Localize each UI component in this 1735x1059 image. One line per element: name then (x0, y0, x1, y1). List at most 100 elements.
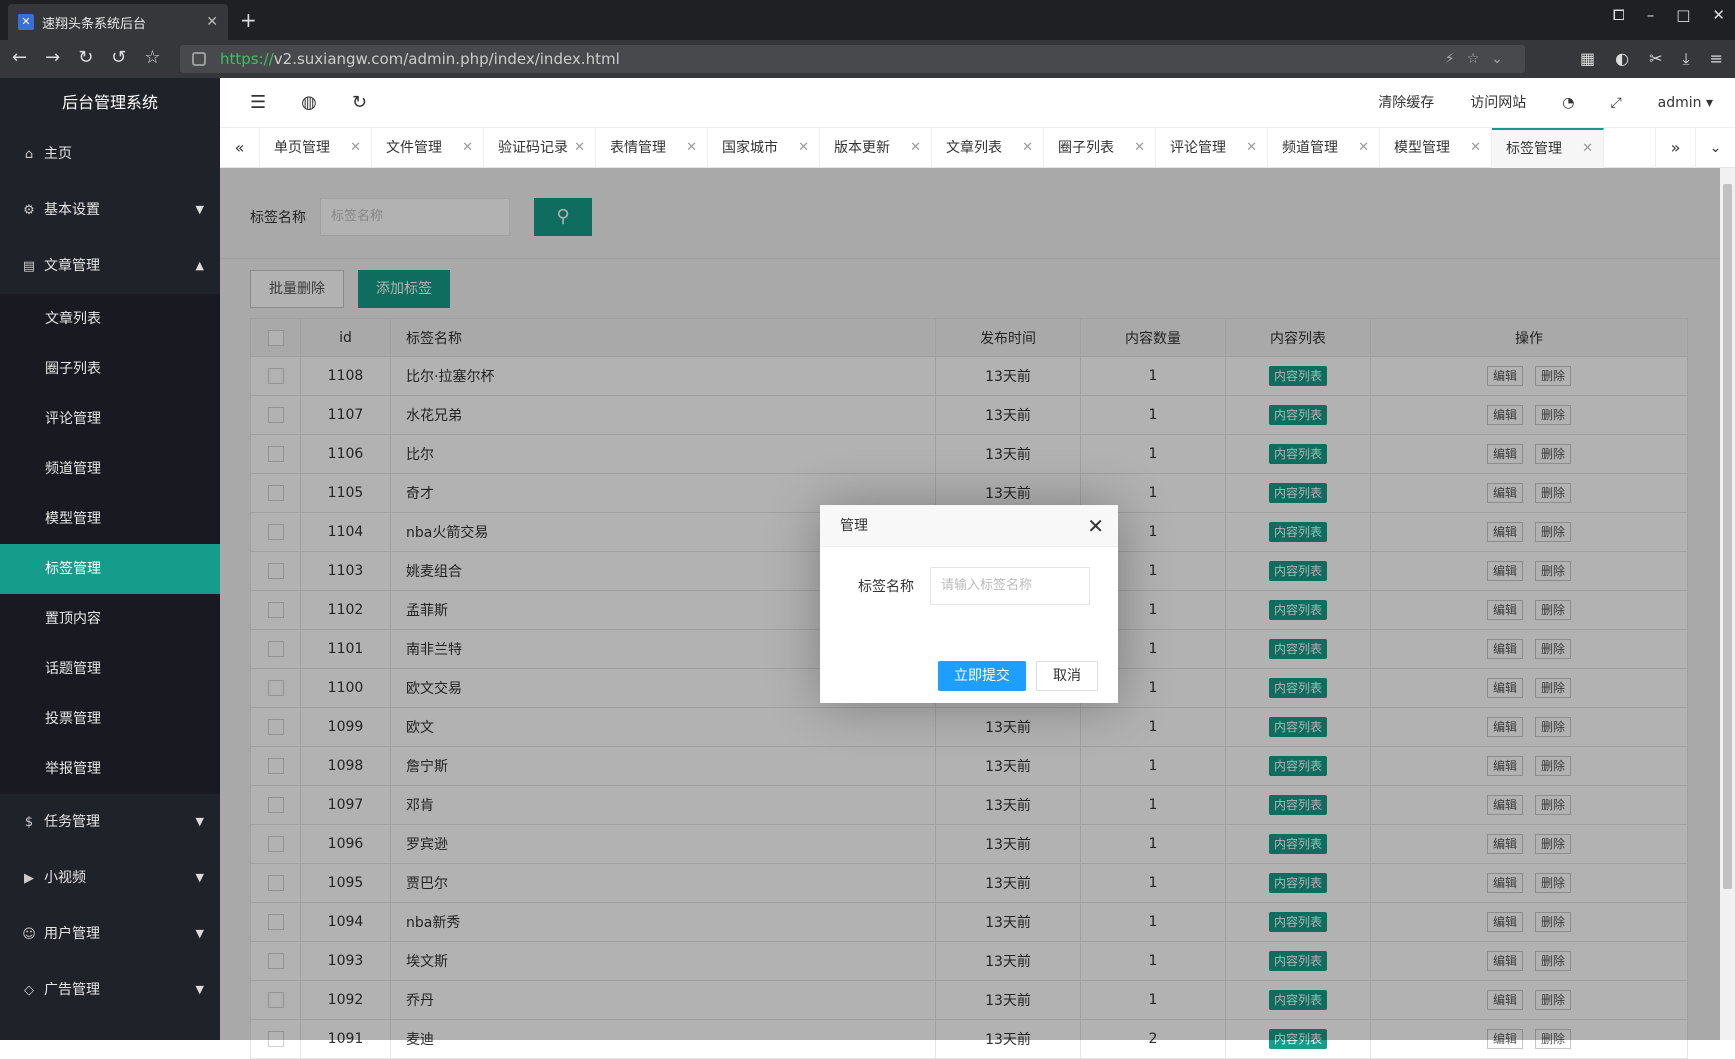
page-tab-active[interactable]: 标签管理 ✕ (1492, 128, 1604, 168)
page-tab[interactable]: 表情管理 ✕ (596, 128, 708, 168)
menu-icon[interactable]: ≡ (1710, 49, 1723, 69)
home-icon: ⌂ (24, 147, 34, 162)
minimize-icon[interactable]: – (1647, 6, 1655, 24)
collapse-menu-icon[interactable]: ☰ (250, 78, 266, 128)
theme-icon[interactable]: ◔ (1562, 78, 1574, 128)
url-field[interactable]: https://v2.suxiangw.com/admin.php/index/… (180, 45, 1525, 73)
scrollbar[interactable] (1720, 168, 1735, 1040)
page-tab[interactable]: 频道管理 ✕ (1268, 128, 1380, 168)
clear-cache-link[interactable]: 清除缓存 (1378, 78, 1434, 128)
page-tab[interactable]: 验证码记录 ✕ (484, 128, 596, 168)
browser-tab[interactable]: ✕ 速翔头条系统后台 ✕ (8, 4, 228, 40)
user-icon: ☺ (22, 927, 36, 942)
close-window-icon[interactable]: ✕ (1712, 6, 1725, 24)
star-icon[interactable]: ☆ (144, 47, 160, 68)
dialog-buttons: 立即提交 取消 (938, 661, 1098, 691)
sidebar-item-basic-settings[interactable]: ⚙ 基本设置 ▼ (0, 182, 220, 238)
page-tab-label: 圈子列表 (1058, 140, 1114, 156)
page-tab-label: 验证码记录 (498, 140, 568, 156)
manage-dialog: 管理 ✕ 标签名称 请输入标签名称 立即提交 取消 (820, 505, 1118, 703)
page-tab[interactable]: 圈子列表 ✕ (1044, 128, 1156, 168)
close-icon[interactable]: ✕ (1582, 130, 1593, 168)
sidebar-item-home[interactable]: ⌂ 主页 (0, 126, 220, 182)
undo-icon[interactable]: ↺ (111, 47, 126, 68)
scrollbar-thumb[interactable] (1723, 184, 1732, 889)
sidebar-subitem-tags[interactable]: 标签管理 (0, 544, 220, 594)
sidebar-subitem-comments[interactable]: 评论管理 (0, 394, 220, 444)
visit-site-link[interactable]: 访问网站 (1470, 78, 1526, 128)
scissors-icon[interactable]: ✂ (1649, 49, 1662, 69)
extension-icon[interactable]: ◐ (1615, 49, 1629, 69)
page-tab[interactable]: 文件管理 ✕ (372, 128, 484, 168)
url-text: v2.suxiangw.com/admin.php/index/index.ht… (273, 50, 620, 68)
dollar-icon: $ (24, 815, 34, 830)
refresh-icon[interactable]: ↻ (352, 78, 367, 128)
user-menu[interactable]: admin ▾ (1658, 78, 1713, 128)
caret-down-icon: ▼ (195, 815, 204, 828)
sidebar-item-article-management[interactable]: ▤ 文章管理 ▲ (0, 238, 220, 294)
browser-nav-buttons: ← → ↻ ↺ ☆ (12, 47, 161, 68)
tabs-scroll-right-icon[interactable]: » (1655, 128, 1695, 168)
cancel-button[interactable]: 取消 (1036, 661, 1098, 691)
page-tab[interactable]: 单页管理 ✕ (260, 128, 372, 168)
browser-tab-title: 速翔头条系统后台 (42, 16, 147, 32)
download-icon[interactable]: ⤓ (1683, 49, 1690, 69)
fullscreen-icon[interactable]: ⤢ (1610, 78, 1621, 128)
close-icon[interactable]: ✕ (350, 128, 361, 168)
tag-name-input[interactable]: 请输入标签名称 (930, 567, 1090, 605)
sidebar-subitem-circle-list[interactable]: 圈子列表 (0, 344, 220, 394)
page-tab-label: 国家城市 (722, 140, 778, 156)
globe-icon[interactable]: ◍ (301, 78, 317, 128)
tabs-menu-icon[interactable]: ⌄ (1695, 128, 1735, 168)
pin-icon[interactable]: ⧠ (1613, 6, 1625, 24)
window-controls: ⧠ – □ ✕ (1613, 6, 1725, 24)
close-icon[interactable]: ✕ (1358, 128, 1369, 168)
sidebar-item-short-video[interactable]: ▶ 小视频 ▼ (0, 850, 220, 906)
forward-icon[interactable]: → (45, 47, 60, 68)
top-header: ☰ ◍ ↻ 清除缓存 访问网站 ◔ ⤢ admin ▾ (220, 78, 1735, 128)
sidebar-item-label: 任务管理 (44, 814, 100, 830)
close-icon[interactable]: ✕ (462, 128, 473, 168)
sidebar-subitem-pinned[interactable]: 置顶内容 (0, 594, 220, 644)
sidebar-item-label: 小视频 (44, 870, 86, 886)
sidebar-subitem-votes[interactable]: 投票管理 (0, 694, 220, 744)
sidebar-subitem-models[interactable]: 模型管理 (0, 494, 220, 544)
close-icon[interactable]: ✕ (1022, 128, 1033, 168)
page-tab-label: 标签管理 (1506, 141, 1562, 157)
sidebar-item-users[interactable]: ☺ 用户管理 ▼ (0, 906, 220, 962)
play-icon: ▶ (24, 871, 34, 886)
close-icon[interactable]: ✕ (798, 128, 809, 168)
sidebar-subitem-reports[interactable]: 举报管理 (0, 744, 220, 794)
sidebar-subitem-channels[interactable]: 频道管理 (0, 444, 220, 494)
caret-down-icon: ▼ (195, 203, 204, 216)
sidebar: 后台管理系统 ⌂ 主页 ⚙ 基本设置 ▼ ▤ 文章管理 ▲ 文章列表 圈子列表 评论管… (0, 78, 220, 1040)
browser-tab-bar: ✕ 速翔头条系统后台 ✕ + ⧠ – □ ✕ (0, 0, 1735, 40)
sidebar-subitem-topics[interactable]: 话题管理 (0, 644, 220, 694)
page-tab[interactable]: 模型管理 ✕ (1380, 128, 1492, 168)
sidebar-subitem-article-list[interactable]: 文章列表 (0, 294, 220, 344)
close-icon[interactable]: ✕ (1087, 505, 1104, 547)
page-tab-label: 模型管理 (1394, 140, 1450, 156)
close-icon[interactable]: ✕ (1246, 128, 1257, 168)
new-tab-icon[interactable]: + (240, 8, 257, 32)
close-icon[interactable]: ✕ (1470, 128, 1481, 168)
page-tab[interactable]: 文章列表 ✕ (932, 128, 1044, 168)
page-tab[interactable]: 评论管理 ✕ (1156, 128, 1268, 168)
close-tab-icon[interactable]: ✕ (206, 14, 218, 30)
submit-button[interactable]: 立即提交 (938, 661, 1026, 691)
tabs-scroll-left-icon[interactable]: « (220, 128, 260, 168)
page-tab[interactable]: 国家城市 ✕ (708, 128, 820, 168)
apps-icon[interactable]: ▦ (1580, 49, 1595, 69)
page-tab[interactable]: 版本更新 ✕ (820, 128, 932, 168)
reload-icon[interactable]: ↻ (78, 47, 93, 68)
url-action-icons[interactable]: ⚡☆⌄ (1445, 45, 1515, 73)
maximize-icon[interactable]: □ (1676, 6, 1690, 24)
page-tab-list: 单页管理 ✕ 文件管理 ✕ 验证码记录 ✕ 表情管理 ✕ 国家城市 ✕ 版本更新 ✕ 文章列… (260, 128, 1604, 168)
sidebar-item-tasks[interactable]: $ 任务管理 ▼ (0, 794, 220, 850)
close-icon[interactable]: ✕ (1134, 128, 1145, 168)
back-icon[interactable]: ← (12, 47, 27, 68)
close-icon[interactable]: ✕ (574, 128, 585, 168)
close-icon[interactable]: ✕ (686, 128, 697, 168)
sidebar-item-ads[interactable]: ◇ 广告管理 ▼ (0, 962, 220, 1018)
close-icon[interactable]: ✕ (910, 128, 921, 168)
